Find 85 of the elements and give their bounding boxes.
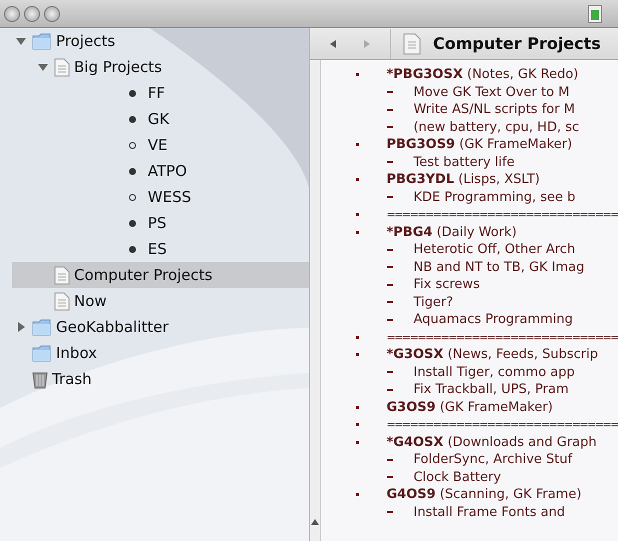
dash-icon: [387, 284, 394, 286]
expanded-triangle-icon[interactable]: [38, 62, 48, 72]
outline-subitem: Fix Trackball, UPS, Pram: [413, 381, 569, 398]
dash-icon: [387, 126, 394, 128]
close-button[interactable]: [4, 6, 20, 22]
separator-line-text: ==============================: [386, 330, 618, 346]
tree-item[interactable]: Trash: [52, 370, 92, 388]
tree-item[interactable]: WESS: [148, 188, 192, 206]
document-icon: [54, 58, 70, 76]
outline-item: *G4OSX (Downloads and Graph: [386, 434, 597, 451]
tree-item[interactable]: VE: [148, 136, 168, 154]
outline-item: *G3OSX (News, Feeds, Subscrip: [386, 346, 598, 364]
expanded-triangle-icon[interactable]: [16, 36, 26, 46]
outline-subitem: NB and NT to TB, GK Imag: [413, 258, 584, 276]
outline-subitem: FolderSync, Archive Stuf: [413, 451, 572, 468]
outline-subitem: Install Tiger, commo app: [413, 364, 575, 381]
dash-icon: [387, 108, 394, 111]
collapsed-triangle-icon[interactable]: [16, 322, 26, 332]
bullet-icon: [356, 423, 360, 426]
tree-item[interactable]: GeoKabbalitter: [56, 318, 169, 336]
outline-item: G4OS9 (Scanning, GK Frame): [386, 486, 582, 504]
separator-line-text: ==============================: [386, 207, 618, 223]
bullet-icon: [356, 493, 360, 496]
bullet-icon: [356, 213, 360, 216]
outline-subitem: (new battery, cpu, HD, sc: [413, 118, 580, 136]
outline-subitem: KDE Programming, see b: [413, 188, 576, 206]
outline-item: *PBG3OSX (Notes, GK Redo): [386, 66, 578, 84]
bullet-icon: [356, 440, 360, 444]
bullet-icon: [356, 406, 360, 409]
dash-icon: [387, 196, 394, 198]
outline-item: PBG3OS9 (GK FrameMaker): [386, 136, 572, 154]
zoom-button[interactable]: [44, 6, 60, 22]
outline-subitem: Clock Battery: [413, 468, 502, 486]
folder-icon: [32, 32, 52, 50]
outline-subitem: Heterotic Off, Other Arch: [413, 241, 576, 258]
outline-subitem: Move GK Text Over to M: [413, 84, 570, 101]
folder-icon: [32, 344, 52, 362]
bullet-icon: [356, 73, 360, 76]
dash-icon: [387, 91, 394, 94]
bullet-icon: [356, 230, 360, 234]
outline-subitem: Tiger?: [413, 294, 454, 311]
document-icon: [54, 266, 70, 284]
tree-item[interactable]: Projects: [56, 32, 116, 50]
outline-subitem: Test battery life: [413, 154, 515, 171]
separator-line-text: ==============================: [386, 417, 618, 433]
outline-subitem: Install Frame Fonts and: [413, 504, 566, 521]
dash-icon: [387, 161, 394, 164]
dash-icon: [387, 248, 394, 251]
outline-subitem: Aquamacs Programming: [413, 311, 573, 328]
tree-item[interactable]: PS: [148, 214, 166, 232]
document-icon[interactable]: [588, 4, 602, 22]
bullet-icon: [356, 143, 360, 146]
dash-icon: [387, 266, 394, 268]
outline-subitem: Write AS/NL scripts for M: [413, 101, 575, 118]
tree-item[interactable]: Computer Projects: [74, 266, 212, 284]
document-icon: [54, 292, 70, 310]
tree-item[interactable]: Inbox: [56, 344, 98, 362]
dash-icon: [387, 301, 394, 304]
minimize-button[interactable]: [24, 6, 40, 22]
document-icon: [403, 32, 421, 54]
back-arrow-icon[interactable]: [328, 38, 338, 48]
trash-icon: [32, 370, 48, 388]
tree-item[interactable]: GK: [148, 110, 170, 128]
dash-icon: [387, 458, 394, 461]
outline-item: *PBG4 (Daily Work): [386, 224, 517, 241]
document-title: Computer Projects: [433, 34, 601, 53]
scroll-up-arrow-icon[interactable]: [311, 519, 320, 525]
dash-icon: [387, 476, 394, 478]
tree-item[interactable]: Now: [74, 292, 107, 310]
dash-icon: [387, 371, 394, 374]
outline-subitem: Fix screws: [413, 276, 480, 294]
tree-item[interactable]: ES: [148, 240, 167, 258]
bullet-icon: [356, 336, 360, 339]
outline-item: PBG3YDL (Lisps, XSLT): [386, 171, 540, 188]
folder-icon: [32, 318, 52, 336]
outline-item: G3OS9 (GK FrameMaker): [386, 398, 553, 416]
tree-item[interactable]: FF: [148, 84, 166, 102]
tree-item[interactable]: ATPO: [148, 162, 187, 180]
selected-row[interactable]: Computer Projects: [12, 262, 309, 288]
dash-icon: [387, 318, 394, 321]
bullet-icon: [356, 178, 360, 182]
bullet-icon: [356, 353, 360, 356]
dash-icon: [387, 511, 394, 514]
dash-icon: [387, 388, 394, 391]
tree-item[interactable]: Big Projects: [74, 58, 162, 76]
